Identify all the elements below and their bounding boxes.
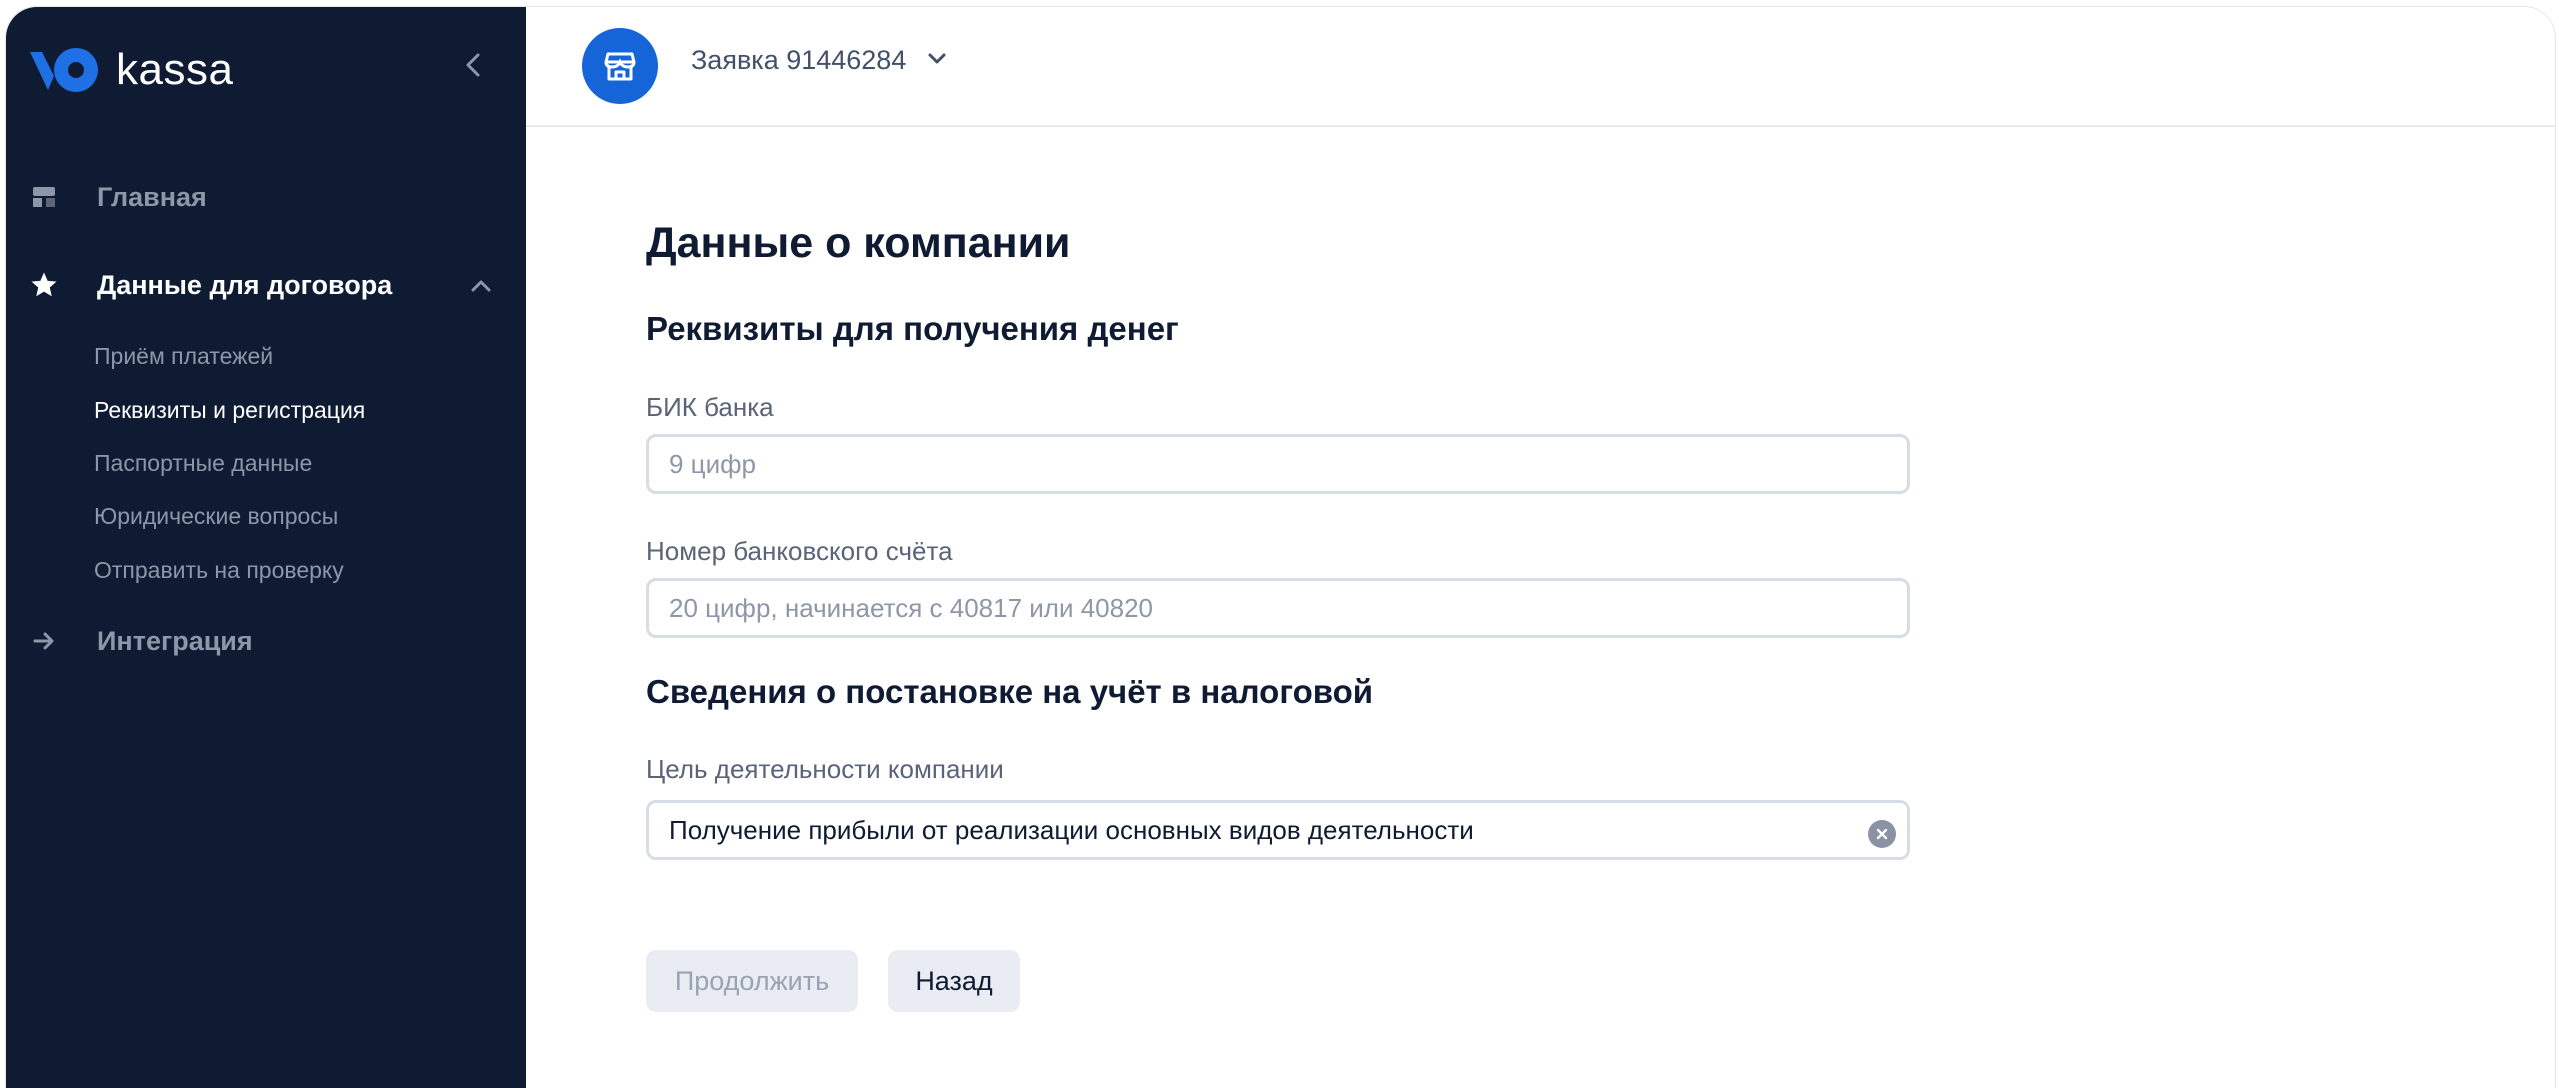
purpose-label: Цель деятельности компании — [646, 754, 1004, 784]
chevron-up-icon — [471, 280, 491, 292]
sidebar-subitem-passport[interactable]: Паспортные данные — [94, 450, 312, 477]
chevron-left-icon — [466, 53, 480, 77]
star-icon — [28, 269, 60, 301]
bik-input[interactable] — [646, 434, 1910, 494]
bik-label: БИК банка — [646, 392, 774, 422]
continue-button[interactable]: Продолжить — [646, 950, 858, 1012]
account-label: Номер банковского счёта — [646, 536, 953, 566]
sidebar-subitem-requisites[interactable]: Реквизиты и регистрация — [94, 397, 365, 424]
sidebar-subitem-payments[interactable]: Приём платежей — [94, 343, 273, 370]
section-toggle-button[interactable] — [464, 269, 498, 303]
purpose-input[interactable] — [646, 800, 1910, 860]
section-title-tax: Сведения о постановке на учёт в налогово… — [646, 673, 1374, 710]
sidebar-item-label: Главная — [97, 181, 207, 212]
account-input[interactable] — [646, 578, 1910, 638]
yookassa-logo-icon — [30, 48, 98, 92]
sidebar-item-integration[interactable]: Интеграция — [28, 625, 253, 657]
main-content: Данные о компании Реквизиты для получени… — [526, 127, 2555, 1088]
app-window: kassa Главная Данные для договора Приём … — [5, 6, 2556, 1088]
application-number: Заявка 91446284 — [691, 45, 907, 75]
sidebar-item-contract-data[interactable]: Данные для договора — [28, 269, 392, 301]
collapse-sidebar-button[interactable] — [454, 45, 494, 85]
sidebar-subitem-legal[interactable]: Юридические вопросы — [94, 503, 338, 530]
sidebar-item-label: Данные для договора — [97, 269, 393, 300]
section-title-bank: Реквизиты для получения денег — [646, 310, 1179, 347]
application-avatar — [582, 28, 658, 104]
close-icon — [1876, 828, 1888, 840]
sidebar: kassa Главная Данные для договора Приём … — [6, 7, 526, 1088]
store-icon — [28, 181, 60, 213]
chevron-down-icon — [924, 45, 950, 76]
sidebar-item-label: Интеграция — [97, 625, 253, 656]
application-selector[interactable]: Заявка 91446284 — [691, 45, 950, 76]
brand-logo[interactable]: kassa — [28, 43, 233, 97]
sidebar-item-home[interactable]: Главная — [28, 181, 207, 213]
back-button[interactable]: Назад — [888, 950, 1020, 1012]
page-title: Данные о компании — [646, 219, 1071, 267]
sidebar-subitem-submit[interactable]: Отправить на проверку — [94, 557, 344, 584]
store-icon — [604, 52, 636, 81]
arrow-right-icon — [28, 625, 60, 657]
top-bar: Заявка 91446284 — [526, 7, 2555, 127]
clear-input-button[interactable] — [1868, 820, 1896, 848]
brand-name: kassa — [116, 45, 234, 94]
